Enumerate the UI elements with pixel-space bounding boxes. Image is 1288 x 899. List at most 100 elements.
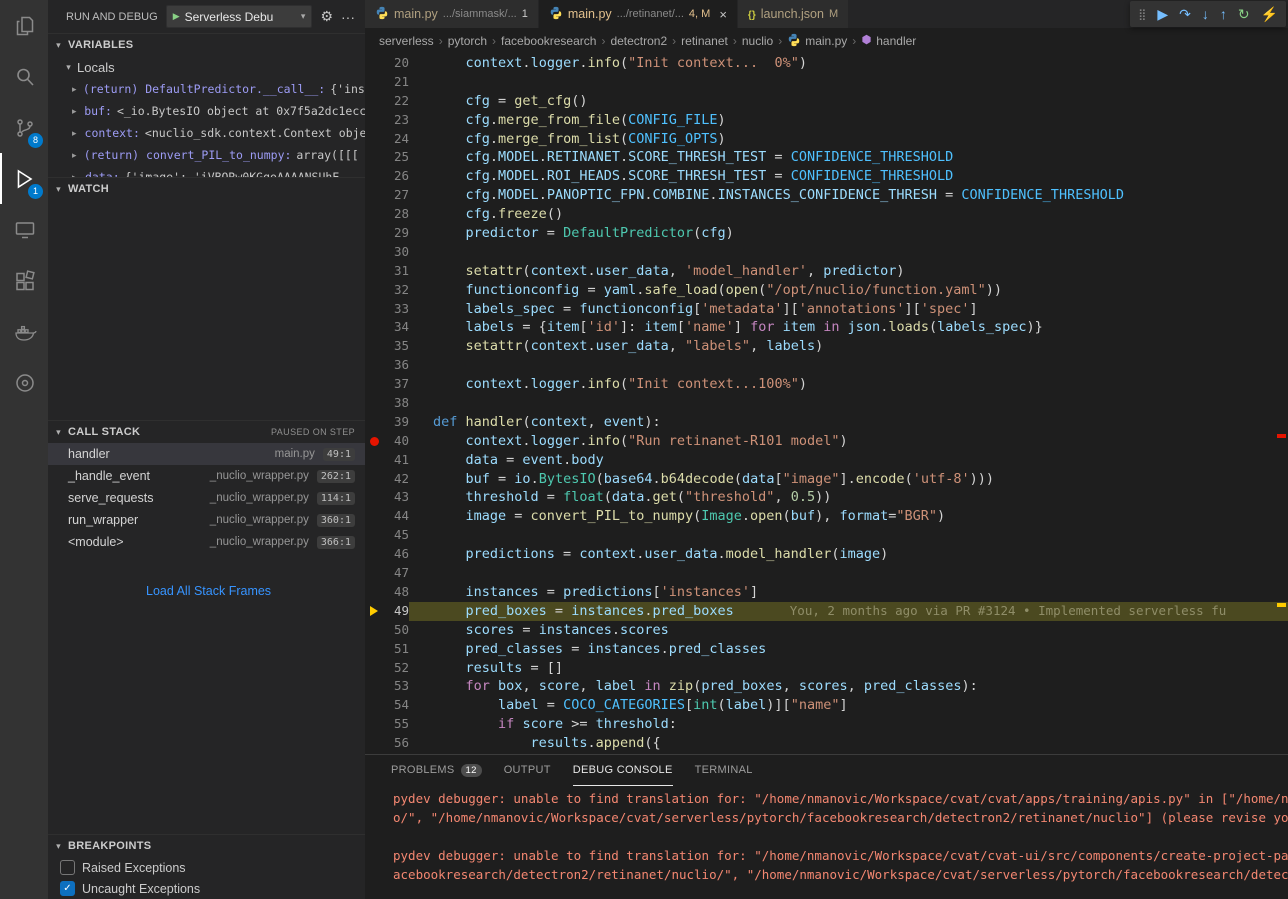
glyph-margin[interactable] xyxy=(365,148,383,167)
activity-item-run-and-debug[interactable]: 1 xyxy=(0,153,48,204)
glyph-margin[interactable] xyxy=(365,73,383,92)
code-line-56[interactable]: 56 results.append({ xyxy=(365,734,1288,753)
glyph-margin[interactable] xyxy=(365,696,383,715)
glyph-margin[interactable] xyxy=(365,640,383,659)
glyph-margin[interactable] xyxy=(365,488,383,507)
code-line-38[interactable]: 38 xyxy=(365,394,1288,413)
overview-ruler[interactable] xyxy=(1274,54,1288,754)
code-line-43[interactable]: 43 threshold = float(data.get("threshold… xyxy=(365,488,1288,507)
breadcrumb-item-detectron2[interactable]: detectron2 xyxy=(610,34,667,48)
glyph-margin[interactable] xyxy=(365,564,383,583)
stack-frame-serve-requests[interactable]: serve_requests_nuclio_wrapper.py114:1 xyxy=(48,487,365,509)
glyph-margin[interactable] xyxy=(365,734,383,753)
editor[interactable]: 20 context.logger.info("Init context... … xyxy=(365,54,1288,754)
glyph-margin[interactable] xyxy=(365,621,383,640)
code-line-42[interactable]: 42 buf = io.BytesIO(base64.b64decode(dat… xyxy=(365,470,1288,489)
code-line-44[interactable]: 44 image = convert_PIL_to_numpy(Image.op… xyxy=(365,507,1288,526)
code-line-37[interactable]: 37 context.logger.info("Init context...1… xyxy=(365,375,1288,394)
code-line-53[interactable]: 53 for box, score, label in zip(pred_box… xyxy=(365,677,1288,696)
stack-frame-module[interactable]: <module>_nuclio_wrapper.py366:1 xyxy=(48,531,365,553)
glyph-margin[interactable] xyxy=(365,92,383,111)
breadcrumb-item-main-py[interactable]: main.py xyxy=(787,33,847,50)
step-into-button[interactable]: ↓ xyxy=(1202,7,1209,21)
code-line-29[interactable]: 29 predictor = DefaultPredictor(cfg) xyxy=(365,224,1288,243)
code-line-25[interactable]: 25 cfg.MODEL.RETINANET.SCORE_THRESH_TEST… xyxy=(365,148,1288,167)
code-line-30[interactable]: 30 xyxy=(365,243,1288,262)
glyph-margin[interactable] xyxy=(365,243,383,262)
activity-item-circle-extension[interactable] xyxy=(0,357,48,408)
code-line-20[interactable]: 20 context.logger.info("Init context... … xyxy=(365,54,1288,73)
code-line-22[interactable]: 22 cfg = get_cfg() xyxy=(365,92,1288,111)
tab-launch-json[interactable]: {}launch.jsonM xyxy=(738,0,849,28)
glyph-margin[interactable] xyxy=(365,470,383,489)
code-line-41[interactable]: 41 data = event.body xyxy=(365,451,1288,470)
variable-row-0[interactable]: ▸(return) DefaultPredictor.__call__:{'in… xyxy=(48,78,365,100)
glyph-margin[interactable] xyxy=(365,300,383,319)
glyph-margin[interactable] xyxy=(365,205,383,224)
code-line-46[interactable]: 46 predictions = context.user_data.model… xyxy=(365,545,1288,564)
code-line-39[interactable]: 39def handler(context, event): xyxy=(365,413,1288,432)
glyph-margin[interactable] xyxy=(365,583,383,602)
load-all-stack-frames-link[interactable]: Load All Stack Frames xyxy=(48,579,365,603)
disconnect-button[interactable]: ⚡ xyxy=(1261,7,1278,21)
debug-console-output[interactable]: pydev debugger: unable to find translati… xyxy=(365,786,1288,899)
glyph-margin[interactable] xyxy=(365,54,383,73)
code-line-48[interactable]: 48 instances = predictions['instances'] xyxy=(365,583,1288,602)
code-line-34[interactable]: 34 labels = {item['id']: item['name'] fo… xyxy=(365,318,1288,337)
code-line-27[interactable]: 27 cfg.MODEL.PANOPTIC_FPN.COMBINE.INSTAN… xyxy=(365,186,1288,205)
glyph-margin[interactable] xyxy=(365,167,383,186)
breakpoint-icon[interactable] xyxy=(365,432,383,451)
toolbar-drag-grip[interactable]: ⣿ xyxy=(1138,8,1146,21)
glyph-margin[interactable] xyxy=(365,545,383,564)
breadcrumb-item-retinanet[interactable]: retinanet xyxy=(681,34,728,48)
code-line-49[interactable]: 49 pred_boxes = instances.pred_boxesYou,… xyxy=(365,602,1288,621)
current-frame-icon[interactable] xyxy=(365,602,383,621)
stack-frame-handler[interactable]: handlermain.py49:1 xyxy=(48,443,365,465)
glyph-margin[interactable] xyxy=(365,715,383,734)
glyph-margin[interactable] xyxy=(365,507,383,526)
variable-row-1[interactable]: ▸buf:<_io.BytesIO object at 0x7f5a2dc1ec… xyxy=(48,100,365,122)
glyph-margin[interactable] xyxy=(365,356,383,375)
panel-tab-problems[interactable]: PROBLEMS12 xyxy=(391,755,482,786)
tab-main-py-siammask[interactable]: main.py.../siammask/...1 xyxy=(365,0,539,28)
code-line-54[interactable]: 54 label = COCO_CATEGORIES[int(label)]["… xyxy=(365,696,1288,715)
variable-row-4[interactable]: ▸data:{'image': 'iVBORw0KGgoAAAANSUhE xyxy=(48,166,365,177)
stack-frame-handle-event[interactable]: _handle_event_nuclio_wrapper.py262:1 xyxy=(48,465,365,487)
glyph-margin[interactable] xyxy=(365,375,383,394)
breakpoints-header[interactable]: ▾ BREAKPOINTS xyxy=(48,834,365,857)
start-debugging-icon[interactable]: ▶ xyxy=(173,11,180,22)
glyph-margin[interactable] xyxy=(365,262,383,281)
glyph-margin[interactable] xyxy=(365,451,383,470)
glyph-margin[interactable] xyxy=(365,186,383,205)
glyph-margin[interactable] xyxy=(365,526,383,545)
breadcrumb-item-handler[interactable]: handler xyxy=(861,34,916,48)
continue-button[interactable]: ▶ xyxy=(1157,7,1168,21)
scope-locals[interactable]: ▾ Locals xyxy=(48,56,365,78)
more-actions-icon[interactable]: ··· xyxy=(341,9,355,25)
code-line-45[interactable]: 45 xyxy=(365,526,1288,545)
variable-row-3[interactable]: ▸(return) convert_PIL_to_numpy:array([[[… xyxy=(48,144,365,166)
activity-item-docker[interactable] xyxy=(0,306,48,357)
code-line-52[interactable]: 52 results = [] xyxy=(365,659,1288,678)
restart-button[interactable]: ↻ xyxy=(1238,7,1250,21)
panel-tab-terminal[interactable]: TERMINAL xyxy=(695,755,753,786)
step-out-button[interactable]: ↑ xyxy=(1220,7,1227,21)
debug-config-dropdown[interactable]: ▶ Serverless Debu ▾ xyxy=(166,5,313,28)
code-line-32[interactable]: 32 functionconfig = yaml.safe_load(open(… xyxy=(365,281,1288,300)
glyph-margin[interactable] xyxy=(365,659,383,678)
code-line-47[interactable]: 47 xyxy=(365,564,1288,583)
checkbox-icon[interactable] xyxy=(60,860,75,875)
code-line-55[interactable]: 55 if score >= threshold: xyxy=(365,715,1288,734)
activity-item-source-control[interactable]: 8 xyxy=(0,102,48,153)
panel-tab-output[interactable]: OUTPUT xyxy=(504,755,551,786)
breadcrumb-item-facebookresearch[interactable]: facebookresearch xyxy=(501,34,596,48)
code-line-51[interactable]: 51 pred_classes = instances.pred_classes xyxy=(365,640,1288,659)
activity-item-extensions[interactable] xyxy=(0,255,48,306)
code-line-35[interactable]: 35 setattr(context.user_data, "labels", … xyxy=(365,337,1288,356)
step-over-button[interactable]: ↷ xyxy=(1179,7,1191,21)
checkbox-checked-icon[interactable]: ✓ xyxy=(60,881,75,896)
activity-item-remote-explorer[interactable] xyxy=(0,204,48,255)
code-line-33[interactable]: 33 labels_spec = functionconfig['metadat… xyxy=(365,300,1288,319)
glyph-margin[interactable] xyxy=(365,677,383,696)
glyph-margin[interactable] xyxy=(365,224,383,243)
